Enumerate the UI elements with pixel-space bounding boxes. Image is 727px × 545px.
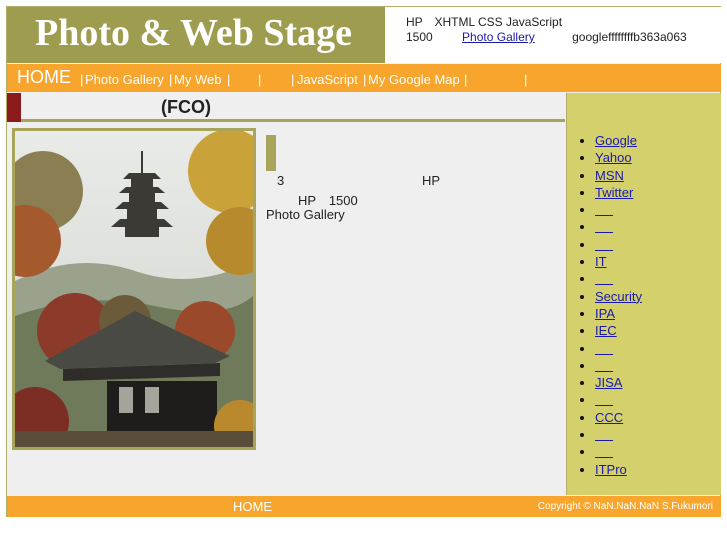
photo-gallery-link[interactable]: Photo Gallery	[462, 30, 535, 44]
sidebar-link-yahoo[interactable]: Yahoo	[595, 150, 632, 165]
sidebar-item: IT	[595, 253, 642, 270]
sidebar-link-twitter[interactable]: Twitter	[595, 185, 633, 200]
content-line-3: Photo Gallery	[266, 207, 345, 222]
sidebar-item: Twitter	[595, 184, 642, 201]
sidebar-link-7[interactable]	[595, 237, 613, 252]
footer-home-link[interactable]: HOME	[233, 499, 272, 514]
content-title-bar: (FCO)	[7, 93, 565, 122]
sidebar-item	[595, 270, 642, 287]
sidebar-item: MSN	[595, 167, 642, 184]
header-info-line: HP XHTML CSS JavaScript	[406, 15, 563, 29]
sidebar-link-iec[interactable]: IEC	[595, 323, 617, 338]
nav-separator: |	[363, 72, 367, 87]
sidebar-item: IPA	[595, 305, 642, 322]
content-hp-label: HP	[422, 173, 441, 188]
sidebar-item: JISA	[595, 374, 642, 391]
sidebar-link-13[interactable]	[595, 341, 613, 356]
nav-item-my-web[interactable]: My Web	[174, 72, 221, 87]
page-frame: Photo & Web Stage HP XHTML CSS JavaScrip…	[6, 6, 721, 517]
sidebar-link-itpro[interactable]: ITPro	[595, 462, 627, 477]
footer: HOME Copyright © NaN.NaN.NaN S.Fukumori	[7, 496, 721, 517]
nav-item-javascript[interactable]: JavaScript	[297, 72, 358, 87]
sidebar-link-ccc[interactable]: CCC	[595, 410, 623, 425]
content-accent-bar	[266, 135, 276, 171]
nav-item-my-google-map[interactable]: My Google Map	[368, 72, 460, 87]
sidebar-link-ipa[interactable]: IPA	[595, 306, 615, 321]
header-info: HP XHTML CSS JavaScript 1500 Photo Galle…	[385, 7, 721, 63]
verification-code: googleffffffffb363a063	[572, 30, 687, 44]
sidebar-link-it[interactable]: IT	[595, 254, 607, 269]
footer-copyright: Copyright © NaN.NaN.NaN S.Fukumori	[537, 501, 713, 512]
visitor-count: 1500	[406, 30, 433, 44]
sidebar-item	[595, 236, 642, 253]
sidebar-link-jisa[interactable]: JISA	[595, 375, 622, 390]
site-logo[interactable]: Photo & Web Stage	[7, 7, 385, 63]
sidebar-item: Google	[595, 132, 642, 149]
sidebar-link-list: Google Yahoo MSN Twitter IT Security IPA…	[595, 132, 642, 478]
nav-separator: |	[258, 72, 262, 87]
sidebar-item	[595, 340, 642, 357]
sidebar-link-14[interactable]	[595, 358, 613, 373]
nav-separator: |	[291, 72, 295, 87]
nav-separator: |	[169, 72, 173, 87]
sidebar-link-6[interactable]	[595, 219, 613, 234]
sidebar-item: CCC	[595, 409, 642, 426]
nav-separator: |	[524, 72, 528, 87]
main-nav: HOME | Photo Gallery | My Web | | | Java…	[7, 64, 721, 92]
temple-photo	[12, 128, 256, 450]
sidebar-link-5[interactable]	[595, 202, 613, 217]
sidebar-link-google[interactable]: Google	[595, 133, 637, 148]
sidebar-link-security[interactable]: Security	[595, 289, 642, 304]
sidebar-item: Security	[595, 288, 642, 305]
nav-separator: |	[80, 72, 84, 87]
sidebar-links: Google Yahoo MSN Twitter IT Security IPA…	[566, 93, 721, 495]
sidebar-item	[595, 426, 642, 443]
sidebar-item: ITPro	[595, 461, 642, 478]
nav-item-photo-gallery[interactable]: Photo Gallery	[85, 72, 164, 87]
sidebar-link-9[interactable]	[595, 271, 613, 286]
nav-separator: |	[227, 72, 231, 87]
nav-home[interactable]: HOME	[17, 67, 71, 88]
content-count: 3	[277, 173, 285, 188]
sidebar-item: Yahoo	[595, 149, 642, 166]
header-info-line-2: 1500 Photo Gallery googleffffffffb363a06…	[406, 30, 687, 44]
sidebar-link-18[interactable]	[595, 427, 613, 442]
sidebar-item	[595, 218, 642, 235]
sidebar-item	[595, 391, 642, 408]
sidebar-link-19[interactable]	[595, 444, 613, 459]
sidebar-link-msn[interactable]: MSN	[595, 168, 624, 183]
sidebar-link-16[interactable]	[595, 392, 613, 407]
sidebar-item	[595, 201, 642, 218]
nav-separator: |	[464, 72, 468, 87]
title-marker	[7, 93, 21, 122]
site-logo-text: Photo & Web Stage	[35, 12, 353, 54]
sidebar-item	[595, 357, 642, 374]
sidebar-item: IEC	[595, 322, 642, 339]
sidebar-item	[595, 443, 642, 460]
page-title: (FCO)	[161, 97, 211, 117]
